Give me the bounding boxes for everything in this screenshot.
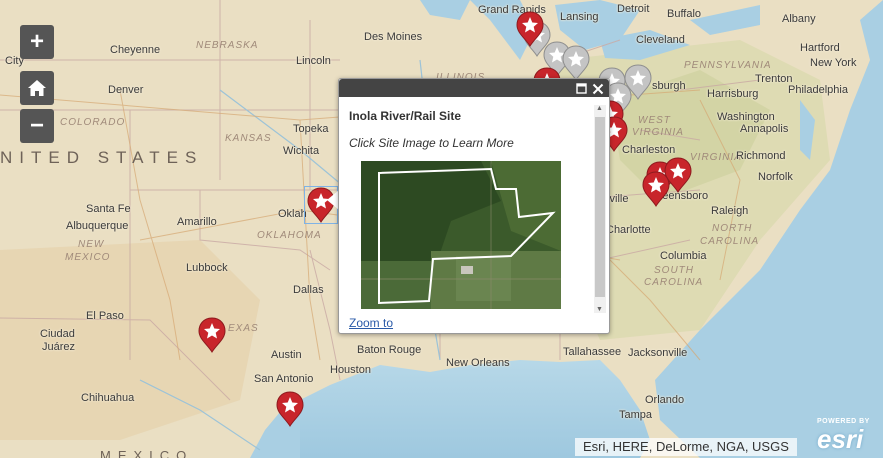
esri-logo[interactable]: POWERED BY esri bbox=[815, 418, 879, 456]
popup-scrollbar[interactable]: ▲ ▼ bbox=[594, 105, 606, 313]
popup-subtitle: Click Site Image to Learn More bbox=[349, 136, 514, 150]
maximize-icon[interactable] bbox=[576, 80, 587, 97]
map-view[interactable]: NITED STATES MEXICO NEBRASKA COLORADO KA… bbox=[0, 0, 883, 458]
popup-title: Inola River/Rail Site bbox=[349, 109, 462, 123]
zoom-out-button[interactable]: − bbox=[20, 109, 54, 143]
marker-red[interactable] bbox=[198, 317, 226, 353]
close-icon[interactable] bbox=[592, 80, 604, 98]
site-aerial-image[interactable] bbox=[361, 161, 561, 309]
esri-brand: esri bbox=[817, 424, 864, 454]
home-button[interactable] bbox=[20, 71, 54, 105]
home-icon bbox=[28, 80, 46, 96]
scrollbar-thumb[interactable] bbox=[595, 117, 605, 297]
scroll-up-icon[interactable]: ▲ bbox=[596, 105, 603, 112]
map-attribution: Esri, HERE, DeLorme, NGA, USGS bbox=[575, 438, 797, 456]
zoom-to-link[interactable]: Zoom to bbox=[349, 316, 393, 330]
zoom-in-button[interactable]: + bbox=[20, 25, 54, 59]
marker-red[interactable] bbox=[642, 171, 670, 207]
scroll-down-icon[interactable]: ▼ bbox=[596, 306, 603, 313]
info-popup: Inola River/Rail Site Click Site Image t… bbox=[338, 78, 610, 334]
popup-titlebar bbox=[339, 79, 609, 97]
marker-gray[interactable] bbox=[562, 45, 590, 81]
marker-red[interactable] bbox=[276, 391, 304, 427]
